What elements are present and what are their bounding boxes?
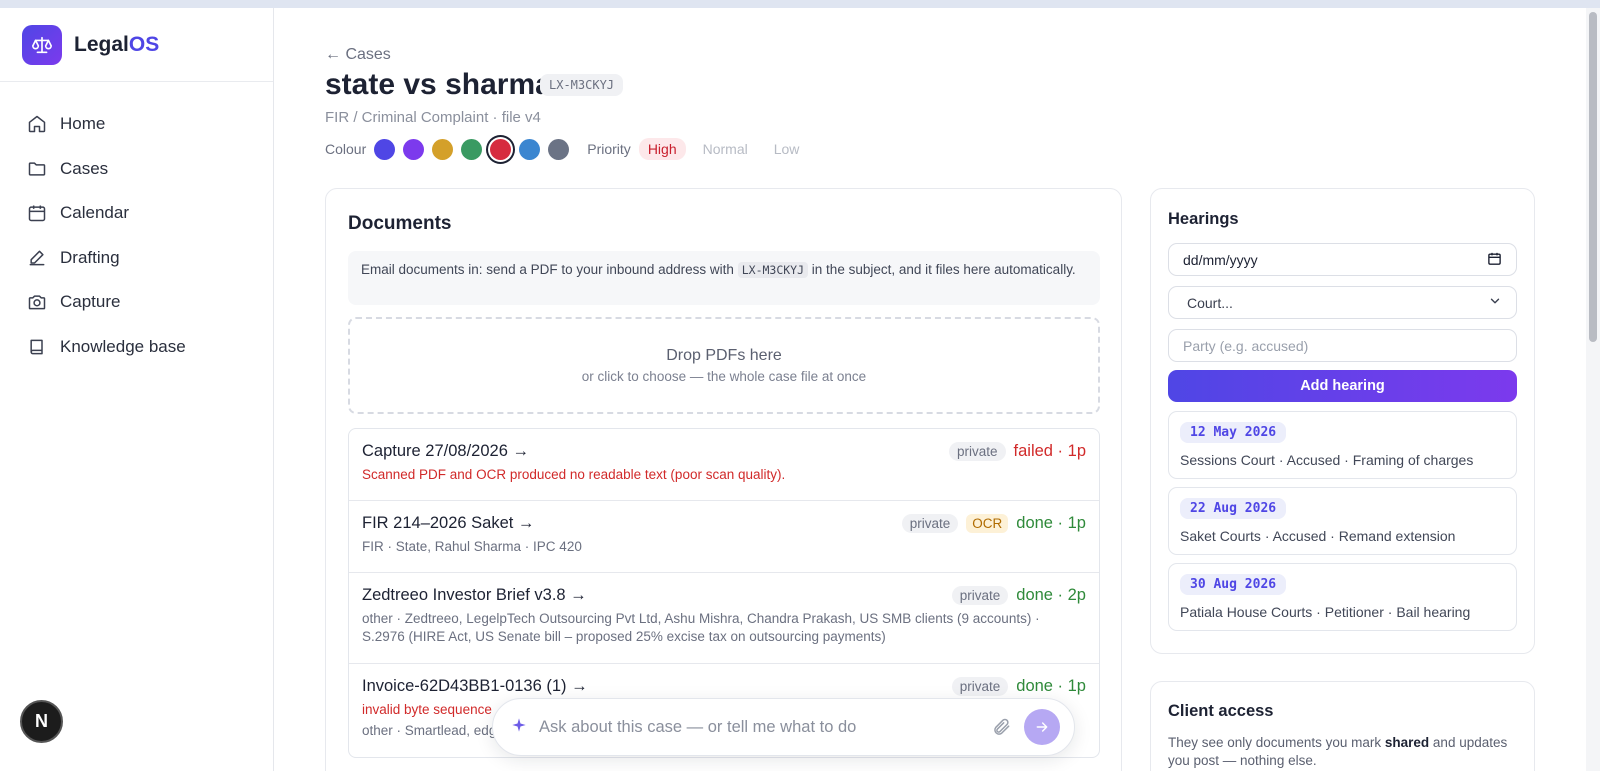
sidebar-nav: Home Cases Calendar Drafting Capture Kno… bbox=[0, 82, 273, 369]
colour-swatch[interactable] bbox=[519, 138, 541, 160]
client-access-card: Client access They see only documents yo… bbox=[1150, 681, 1535, 771]
colour-swatch[interactable] bbox=[548, 138, 570, 160]
hearing-item[interactable]: 22 Aug 2026 Saket Courts · Accused · Rem… bbox=[1168, 487, 1517, 555]
hearing-date-badge: 22 Aug 2026 bbox=[1180, 498, 1287, 519]
calendar-icon[interactable] bbox=[1487, 251, 1502, 269]
sidebar-item-capture[interactable]: Capture bbox=[0, 280, 273, 325]
sidebar-item-label: Cases bbox=[60, 158, 109, 178]
status-badge: done · 1p bbox=[1016, 677, 1086, 695]
colour-label: Colour bbox=[325, 141, 367, 157]
document-row[interactable]: Capture 27/08/2026 → Scanned PDF and OCR… bbox=[349, 429, 1099, 501]
calendar-icon bbox=[26, 202, 48, 224]
dropzone-subtitle: or click to choose — the whole case file… bbox=[581, 369, 867, 384]
party-input[interactable]: Party (e.g. accused) bbox=[1168, 329, 1517, 362]
sidebar-item-label: Capture bbox=[60, 292, 121, 312]
sidebar-item-label: Home bbox=[60, 114, 106, 134]
email-instructions: Email documents in: send a PDF to your i… bbox=[348, 251, 1100, 305]
sidebar-item-cases[interactable]: Cases bbox=[0, 147, 273, 192]
hearing-date-badge: 30 Aug 2026 bbox=[1180, 574, 1287, 595]
add-hearing-button[interactable]: Add hearing bbox=[1168, 370, 1517, 402]
visibility-badge[interactable]: private bbox=[951, 586, 1009, 605]
colour-swatch[interactable] bbox=[490, 138, 512, 160]
browser-top-strip bbox=[0, 0, 1600, 8]
colour-swatch[interactable] bbox=[403, 138, 425, 160]
documents-card: Documents Email documents in: send a PDF… bbox=[325, 188, 1122, 771]
scrollbar-thumb[interactable] bbox=[1589, 12, 1597, 342]
documents-title: Documents bbox=[348, 213, 452, 234]
document-meta: FIR · State, Rahul Sharma · IPC 420 bbox=[362, 539, 582, 554]
pdf-dropzone[interactable]: Drop PDFs here or click to choose — the … bbox=[348, 317, 1100, 414]
client-access-text: They see only documents you mark shared … bbox=[1168, 735, 1508, 768]
ocr-badge: OCR bbox=[966, 514, 1009, 533]
document-error: Scanned PDF and OCR produced no readable… bbox=[362, 467, 786, 482]
hearings-card: Hearings dd/mm/yyyy Court... Party (e.g.… bbox=[1150, 188, 1535, 654]
case-code-inline: LX-M3CKYJ bbox=[737, 262, 809, 278]
sidebar-item-drafting[interactable]: Drafting bbox=[0, 236, 273, 281]
case-subtitle: FIR / Criminal Complaint · file v4 bbox=[325, 109, 541, 126]
case-meta-row: Colour Priority High Normal Low bbox=[325, 138, 816, 160]
client-access-title: Client access bbox=[1168, 702, 1274, 720]
page-title: state vs sharma bbox=[325, 68, 552, 101]
brand-name: LegalOS bbox=[74, 32, 160, 56]
pen-icon bbox=[26, 247, 48, 269]
court-select[interactable]: Court... bbox=[1168, 286, 1517, 319]
sidebar-item-knowledge-base[interactable]: Knowledge base bbox=[0, 325, 273, 370]
sidebar-item-home[interactable]: Home bbox=[0, 102, 273, 147]
document-meta: other · Zedtreeo, LegelpTech Outsourcing… bbox=[362, 611, 1040, 644]
send-button[interactable] bbox=[1024, 709, 1060, 745]
document-row[interactable]: FIR 214–2026 Saket → FIR · State, Rahul … bbox=[349, 501, 1099, 573]
dropzone-title: Drop PDFs here bbox=[666, 347, 782, 364]
brand[interactable]: LegalOS bbox=[0, 8, 273, 82]
status-badge: failed · 1p bbox=[1013, 442, 1086, 460]
hearing-detail: Sessions Court · Accused · Framing of ch… bbox=[1180, 452, 1474, 468]
hearing-detail: Saket Courts · Accused · Remand extensio… bbox=[1180, 528, 1456, 544]
sidebar: LegalOS Home Cases Calendar Drafting Cap… bbox=[0, 8, 274, 771]
sparkle-icon bbox=[511, 717, 527, 738]
hearings-title: Hearings bbox=[1168, 210, 1239, 228]
home-icon bbox=[26, 113, 48, 135]
priority-low[interactable]: Low bbox=[765, 138, 809, 160]
sidebar-item-label: Calendar bbox=[60, 203, 129, 223]
case-main: ← Cases state vs sharma LX-M3CKYJ FIR / … bbox=[275, 8, 1585, 771]
sidebar-item-label: Drafting bbox=[60, 247, 120, 267]
back-to-cases-link[interactable]: ← Cases bbox=[325, 46, 391, 64]
status-badge: done · 2p bbox=[1016, 586, 1086, 604]
scales-logo-icon bbox=[22, 24, 62, 65]
hearing-date-input[interactable]: dd/mm/yyyy bbox=[1168, 243, 1517, 276]
visibility-badge[interactable]: private bbox=[949, 442, 1006, 461]
book-icon bbox=[26, 336, 48, 358]
arrow-right-icon bbox=[1036, 722, 1048, 732]
priority-high[interactable]: High bbox=[638, 138, 686, 160]
chevron-down-icon bbox=[1488, 294, 1502, 311]
ask-case-bar[interactable]: Ask about this case — or tell me what to… bbox=[492, 698, 1075, 756]
colour-swatch[interactable] bbox=[374, 138, 396, 160]
colour-swatch[interactable] bbox=[432, 138, 454, 160]
document-row[interactable]: Zedtreeo Investor Brief v3.8 → other · Z… bbox=[349, 573, 1099, 664]
case-code-badge: LX-M3CKYJ bbox=[540, 74, 624, 96]
folder-icon bbox=[26, 158, 48, 180]
colour-swatch[interactable] bbox=[461, 138, 483, 160]
visibility-badge[interactable]: private bbox=[901, 514, 959, 533]
camera-icon bbox=[26, 291, 48, 313]
visibility-badge[interactable]: private bbox=[951, 677, 1009, 696]
ask-input[interactable]: Ask about this case — or tell me what to… bbox=[539, 718, 990, 737]
hearing-date-badge: 12 May 2026 bbox=[1180, 422, 1287, 443]
hearing-detail: Patiala House Courts · Petitioner · Bail… bbox=[1180, 604, 1471, 620]
priority-normal[interactable]: Normal bbox=[694, 138, 757, 160]
hearing-item[interactable]: 12 May 2026 Sessions Court · Accused · F… bbox=[1168, 411, 1517, 479]
hearing-item[interactable]: 30 Aug 2026 Patiala House Courts · Petit… bbox=[1168, 563, 1517, 631]
status-badge: done · 1p bbox=[1016, 514, 1086, 532]
user-avatar[interactable]: N bbox=[20, 700, 63, 743]
priority-label: Priority bbox=[587, 141, 631, 157]
sidebar-item-label: Knowledge base bbox=[60, 336, 186, 356]
colour-swatches bbox=[366, 138, 570, 160]
paperclip-icon[interactable] bbox=[990, 715, 1014, 739]
sidebar-item-calendar[interactable]: Calendar bbox=[0, 191, 273, 236]
